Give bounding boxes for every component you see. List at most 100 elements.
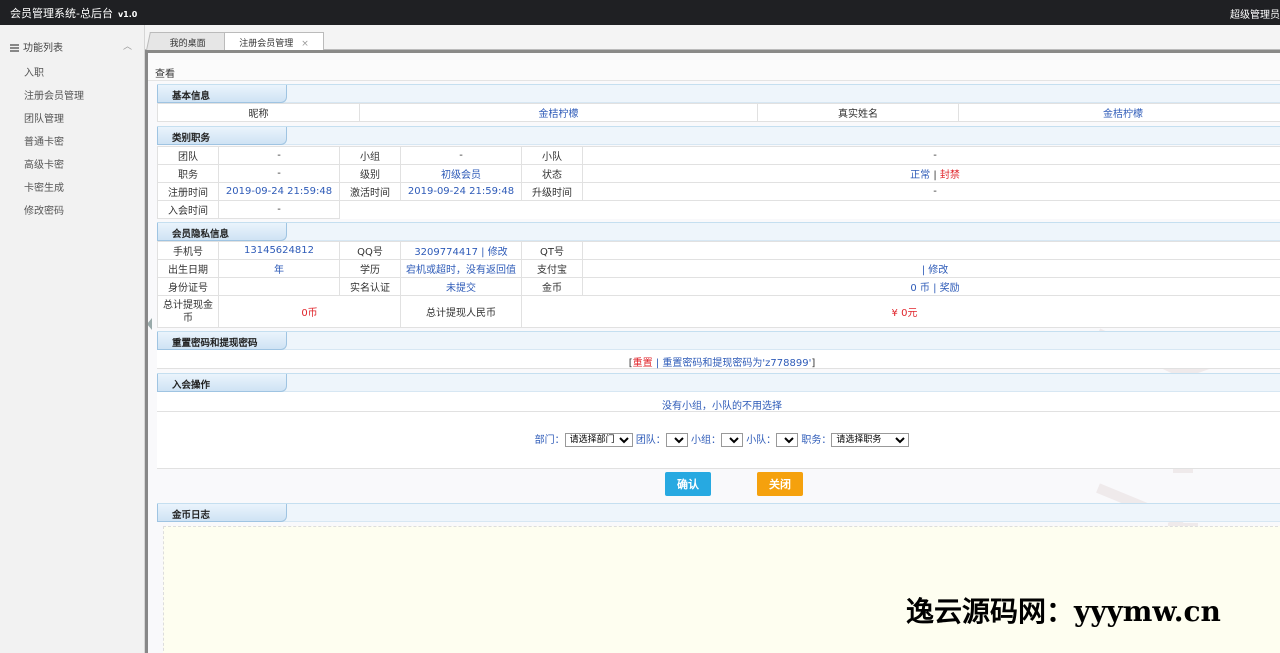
section-coinlog-label: 金币日志 — [157, 504, 287, 522]
withdraw-rmb-label: 总计提现人民币 — [400, 295, 522, 328]
alipay-separator: | — [921, 265, 926, 276]
sidebar-item-normal-card[interactable]: 普通卡密 — [0, 128, 144, 151]
squad-value: - — [582, 146, 1280, 165]
app-title: 会员管理系统-总后台 v1.0 — [10, 7, 138, 20]
tab-desktop-label: 我的桌面 — [169, 39, 206, 49]
reset-row: [重置 | 重置密码和提现密码为'z778899'] — [157, 350, 1280, 369]
chevron-up-icon[interactable]: ︿ — [123, 39, 132, 52]
section-privacy: 会员隐私信息 — [157, 222, 1280, 241]
edu-label: 学历 — [339, 259, 401, 278]
collapse-arrow-icon[interactable] — [148, 318, 152, 330]
withdraw-coin-value: 0币 — [218, 295, 401, 328]
reset-description: 重置密码和提现密码为'z778899' — [662, 358, 812, 369]
tab-desktop[interactable]: 我的桌面 — [146, 32, 230, 50]
coin-reward-link[interactable]: 奖励 — [940, 283, 960, 294]
confirm-button[interactable]: 确认 — [665, 472, 711, 496]
bracket-close: ] — [811, 358, 816, 369]
status-normal-link[interactable]: 正常 — [910, 170, 930, 181]
tab-member-manage-label: 注册会员管理 — [239, 39, 294, 49]
group-select-label: 小组： — [691, 435, 721, 446]
sidebar-item-change-password[interactable]: 修改密码 — [0, 197, 144, 220]
current-user[interactable]: 超级管理员 — [1230, 6, 1280, 21]
sidebar-item-card-generate[interactable]: 卡密生成 — [0, 174, 144, 197]
sidebar-item-advanced-card[interactable]: 高级卡密 — [0, 151, 144, 174]
reset-link[interactable]: 重置 — [633, 358, 653, 369]
section-basic: 基本信息 — [157, 84, 1280, 103]
tab-member-manage[interactable]: 注册会员管理 × — [224, 32, 324, 51]
sidebar-item-team-manage[interactable]: 团队管理 — [0, 105, 144, 128]
coin-value: 0 币 | 奖励 — [582, 277, 1280, 296]
realname-label: 真实姓名 — [757, 103, 959, 122]
section-join: 入会操作 — [157, 373, 1280, 392]
coin-separator: | — [933, 283, 937, 294]
watermark: 逸云源码网：yyymw.cn — [906, 595, 1221, 628]
post-select[interactable]: 请选择职务 — [831, 433, 910, 447]
sidebar-header-label: 功能列表 — [23, 43, 63, 54]
privacy-table: 手机号 13145624812 QQ号 3209774417 | 修改 QT号 … — [157, 241, 1280, 296]
join-time-value: - — [218, 200, 340, 219]
list-icon — [10, 44, 19, 52]
group-label: 小组 — [339, 146, 401, 165]
up-time-label: 升级时间 — [521, 182, 583, 201]
table-row: 职务 - 级别 初级会员 状态 正常 | 封禁 — [157, 164, 1280, 183]
page-heading: 查看 — [148, 60, 1280, 81]
top-bar: 会员管理系统-总后台 v1.0 超级管理员 — [0, 0, 1280, 25]
dept-select[interactable]: 请选择部门 — [564, 433, 633, 447]
realname-auth-label: 实名认证 — [339, 277, 401, 296]
team-select[interactable] — [665, 433, 688, 447]
qt-label: QT号 — [521, 241, 583, 260]
section-coinlog: 金币日志 — [157, 503, 1280, 522]
reset-separator: | — [655, 358, 660, 369]
group-select[interactable] — [721, 433, 743, 447]
table-row: 身份证号 实名认证 未提交 金币 0 币 | 奖励 — [157, 277, 1280, 296]
status-ban-link[interactable]: 封禁 — [940, 170, 960, 181]
close-button[interactable]: 关闭 — [757, 472, 803, 496]
squad-select-label: 小队： — [746, 435, 777, 446]
squad-select[interactable] — [776, 433, 799, 447]
alipay-edit-link[interactable]: 修改 — [928, 265, 948, 276]
id-value — [218, 277, 340, 296]
alipay-value: | 修改 — [582, 259, 1280, 278]
sidebar-item-member-manage[interactable]: 注册会员管理 — [0, 82, 144, 105]
withdraw-coin-label: 总计提现金币 — [157, 295, 219, 328]
qq-number: 3209774417 — [414, 247, 478, 258]
table-row: 团队 - 小组 - 小队 - — [157, 146, 1280, 165]
phone-label: 手机号 — [157, 241, 219, 260]
join-select-row: 部门： 请选择部门 团队： 小组： 小队： 职务： 请选择职务 — [157, 412, 1280, 469]
withdraw-table: 总计提现金币 0币 总计提现人民币 ¥ 0元 — [157, 295, 1280, 328]
status-separator: | — [933, 170, 937, 181]
qq-separator: | — [481, 247, 485, 258]
act-time-value: 2019-09-24 21:59:48 — [400, 182, 522, 201]
alipay-label: 支付宝 — [521, 259, 583, 278]
table-row: 出生日期 年 学历 宕机或超时，没有返回值 支付宝 | 修改 — [157, 259, 1280, 278]
qq-edit-link[interactable]: 修改 — [488, 247, 508, 258]
basic-info-table: 昵称 金桔柠檬 真实姓名 金桔柠檬 — [157, 103, 1280, 122]
section-reset: 重置密码和提现密码 — [157, 331, 1280, 350]
section-category-label: 类别职务 — [157, 127, 287, 145]
qq-label: QQ号 — [339, 241, 401, 260]
table-row: 总计提现金币 0币 总计提现人民币 ¥ 0元 — [157, 295, 1280, 328]
birth-value: 年 — [218, 259, 340, 278]
status-label: 状态 — [521, 164, 583, 183]
edu-value: 宕机或超时，没有返回值 — [400, 259, 522, 278]
category-table: 团队 - 小组 - 小队 - 职务 - 级别 初级会员 状态 正常 | 封禁 注… — [157, 146, 1280, 219]
post-label: 职务 — [157, 164, 219, 183]
nickname-label: 昵称 — [157, 103, 360, 122]
reg-time-label: 注册时间 — [157, 182, 219, 201]
join-notice: 没有小组，小队的不用选择 — [662, 401, 782, 412]
qt-value — [582, 241, 1280, 260]
team-value: - — [218, 146, 340, 165]
realname-value: 金桔柠檬 — [958, 103, 1280, 122]
team-label: 团队 — [157, 146, 219, 165]
sidebar-item-onboard[interactable]: 入职 — [0, 59, 144, 82]
table-row: 昵称 金桔柠檬 真实姓名 金桔柠檬 — [157, 103, 1280, 122]
coin-label: 金币 — [521, 277, 583, 296]
section-reset-label: 重置密码和提现密码 — [157, 332, 287, 350]
close-icon[interactable]: × — [301, 39, 309, 49]
post-select-label: 职务： — [801, 435, 832, 446]
section-category: 类别职务 — [157, 126, 1280, 145]
sidebar-header[interactable]: 功能列表 ︿ — [0, 25, 144, 59]
team-select-label: 团队： — [635, 435, 666, 446]
section-privacy-label: 会员隐私信息 — [157, 223, 287, 241]
squad-label: 小队 — [521, 146, 583, 165]
